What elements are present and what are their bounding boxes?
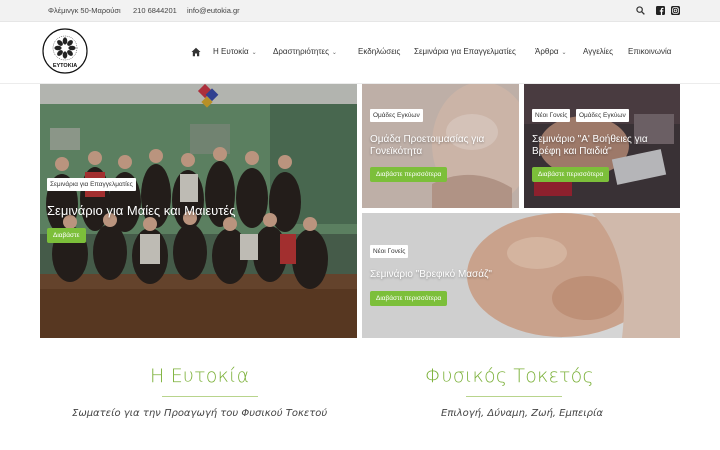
site-header: ΕΥΤΟΚΙΑ Η Ευτοκία ⌄ Δραστηριότητες ⌄ Εκδηλ… [0,22,720,84]
phone-link[interactable]: 210 6844201 [133,6,177,15]
post-title[interactable]: Σεμινάριο "Βρεφικό Μασάζ" [370,269,492,281]
section-divider [466,396,562,397]
read-more-button[interactable]: Διαβάστε περισσότερα [370,291,448,306]
featured-post-parenting[interactable]: Ομάδες Εγκύων Ομάδα Προετοιμασίας για Γον… [362,84,519,208]
category-badge[interactable]: Νέοι Γονείς [370,245,409,258]
section-title-eutokia: Η Ευτοκία [150,365,250,387]
nav-item-articles[interactable]: Άρθρα ⌄ [535,47,567,56]
facebook-icon[interactable] [656,6,665,15]
chevron-down-icon: ⌄ [251,50,257,56]
category-badge-new-parents[interactable]: Νέοι Γονείς [532,109,571,122]
post-title[interactable]: Ομάδα Προετοιμασίας για Γονεϊκότητα [370,134,484,158]
chevron-down-icon: ⌄ [331,50,337,56]
nav-item-events[interactable]: Εκδηλώσεις [358,47,400,56]
logo-text: ΕΥΤΟΚΙΑ [53,63,77,69]
category-badge[interactable]: Ομάδες Εγκύων [370,109,423,122]
home-icon[interactable] [191,47,201,57]
nav-item-activities[interactable]: Δραστηριότητες ⌄ [273,47,337,56]
category-badge[interactable]: Σεμινάρια για Επαγγελματίες [47,178,136,191]
instagram-icon[interactable] [671,6,680,15]
nav-item-ads[interactable]: Αγγελίες [583,47,613,56]
read-more-button[interactable]: Διαβάστε περισσότερα [370,167,448,182]
nav-item-seminars[interactable]: Σεμινάρια για Επαγγελματίες [414,47,516,56]
featured-post-baby-massage[interactable]: Νέοι Γονείς Σεμινάριο "Βρεφικό Μασάζ" Δι… [362,213,680,338]
featured-post-main[interactable]: Σεμινάρια για Επαγγελματίες Σεμινάριο γι… [40,84,357,338]
nav-item-eutokia[interactable]: Η Ευτοκία ⌄ [213,47,257,56]
email-link[interactable]: info@eutokia.gr [187,6,240,15]
nav-item-contact[interactable]: Επικοινωνία [628,47,671,56]
search-icon[interactable] [636,6,645,15]
chevron-down-icon: ⌄ [561,50,567,56]
category-badge-pregnancy[interactable]: Ομάδες Εγκύων [576,109,629,122]
section-subtitle-eutokia: Σωματείο για την Προαγωγή του Φυσικού Το… [72,408,328,419]
featured-post-first-aid[interactable]: Νέοι Γονείς Ομάδες Εγκύων Σεμινάριο "Α' … [524,84,680,208]
section-title-natural-birth: Φυσικός Τοκετός [425,365,594,387]
address-text: Φλέμινγκ 50-Μαρούσι [48,6,121,15]
read-more-button[interactable]: Διαβάστε [47,228,86,243]
post-title[interactable]: Σεμινάριο "Α' Βοήθειες για Βρέφη και Παιδ… [532,134,648,158]
read-more-button[interactable]: Διαβάστε περισσότερα [532,167,610,182]
post-title[interactable]: Σεμινάριο για Μαίες και Μαιευτές [47,203,235,218]
section-subtitle-natural-birth: Επιλογή, Δύναμη, Ζωή, Εμπειρία [441,408,603,419]
eutokia-logo[interactable]: ΕΥΤΟΚΙΑ [42,28,88,74]
section-divider [162,396,258,397]
top-bar: Φλέμινγκ 50-Μαρούσι 210 6844201 info@eut… [0,0,720,22]
